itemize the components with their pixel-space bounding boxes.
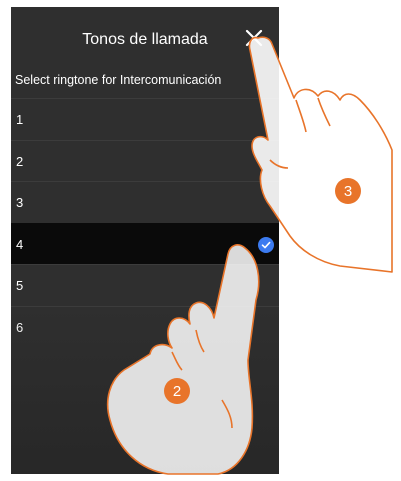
close-button[interactable] [243,27,265,49]
ringtone-item-5[interactable]: 5 [11,264,279,306]
device-screen: Tonos de llamada Select ringtone for Int… [11,7,279,474]
step-badge-2: 2 [164,378,190,404]
ringtone-list: 1 2 3 4 5 6 [11,98,279,347]
ringtone-item-label: 5 [16,278,24,293]
ringtone-item-4[interactable]: 4 [11,222,279,264]
header: Tonos de llamada [11,7,279,59]
ringtone-item-label: 1 [16,112,24,127]
check-circle-icon [258,236,274,253]
ringtone-item-label: 4 [16,236,24,252]
page-title: Tonos de llamada [82,31,208,48]
step-badge-3: 3 [335,178,361,204]
ringtone-item-label: 2 [16,153,24,169]
ringtone-item-1[interactable]: 1 [11,98,279,140]
ringtone-item-2[interactable]: 2 [11,139,279,182]
close-icon [245,29,263,47]
ringtone-item-label: 6 [16,319,24,335]
ringtone-item-6[interactable]: 6 [11,305,279,348]
ringtone-item-3[interactable]: 3 [11,181,279,223]
ringtone-subtitle: Select ringtone for Intercomunicación [15,73,222,87]
ringtone-item-label: 3 [16,195,24,210]
